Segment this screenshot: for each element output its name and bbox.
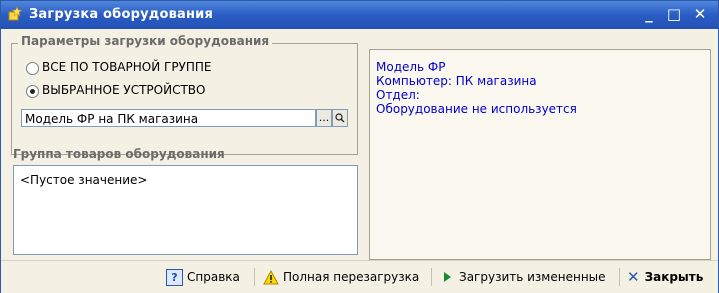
search-device-button[interactable] xyxy=(332,109,348,127)
equipment-load-window: Загрузка оборудования _ □ ✕ Параметры за… xyxy=(0,0,719,293)
radio-all-by-group[interactable] xyxy=(26,62,39,75)
load-params-title: Параметры загрузки оборудования xyxy=(18,34,273,48)
goods-group-field[interactable]: <Пустое значение> xyxy=(13,165,358,255)
load-changed-label: Загрузить измененные xyxy=(459,270,606,284)
load-params-group: Параметры загрузки оборудования ВСЕ ПО Т… xyxy=(11,34,358,155)
info-department: Отдел: xyxy=(376,88,420,102)
goods-group-title: Группа товаров оборудования xyxy=(13,147,225,161)
toolbar-separator xyxy=(619,268,620,286)
full-reload-button[interactable]: Полная перезагрузка xyxy=(263,267,419,287)
help-label: Справка xyxy=(187,270,240,284)
maximize-button[interactable]: □ xyxy=(665,5,683,23)
close-label: Закрыть xyxy=(644,270,704,284)
device-info-panel: Модель ФР Компьютер: ПК магазина Отдел: … xyxy=(369,49,711,260)
radio-selected-device[interactable] xyxy=(26,85,39,98)
info-status: Оборудование не используется xyxy=(376,102,577,116)
close-button[interactable]: ✕ Закрыть xyxy=(627,267,703,287)
radio-all-by-group-label[interactable]: ВСЕ ПО ТОВАРНОЙ ГРУППЕ xyxy=(42,60,212,74)
dialog-content: Параметры загрузки оборудования ВСЕ ПО Т… xyxy=(1,29,718,260)
minimize-button[interactable]: _ xyxy=(640,5,658,23)
close-icon: ✕ xyxy=(627,267,640,286)
title-bar[interactable]: Загрузка оборудования _ □ ✕ xyxy=(1,1,718,29)
select-device-button[interactable]: ... xyxy=(316,109,332,127)
load-changed-button[interactable]: Загрузить измененные xyxy=(441,267,606,287)
close-window-button[interactable]: ✕ xyxy=(691,5,709,23)
info-model: Модель ФР xyxy=(376,60,446,74)
warning-icon xyxy=(263,269,279,284)
window-title: Загрузка оборудования xyxy=(29,7,214,22)
radio-selected-device-label[interactable]: ВЫБРАННОЕ УСТРОЙСТВО xyxy=(42,83,205,97)
full-reload-label: Полная перезагрузка xyxy=(283,270,420,284)
info-computer: Компьютер: ПК магазина xyxy=(376,74,537,88)
toolbar-separator xyxy=(431,268,432,286)
help-button[interactable]: ? Справка xyxy=(166,267,240,287)
device-input[interactable]: Модель ФР на ПК магазина xyxy=(21,109,316,127)
play-icon xyxy=(444,272,451,282)
app-icon xyxy=(8,6,23,21)
goods-group-value: <Пустое значение> xyxy=(20,173,148,187)
toolbar-separator xyxy=(254,268,255,286)
help-icon: ? xyxy=(166,268,183,286)
action-toolbar: ? Справка Полная перезагрузка Загрузить … xyxy=(1,260,718,293)
search-icon xyxy=(335,113,345,123)
